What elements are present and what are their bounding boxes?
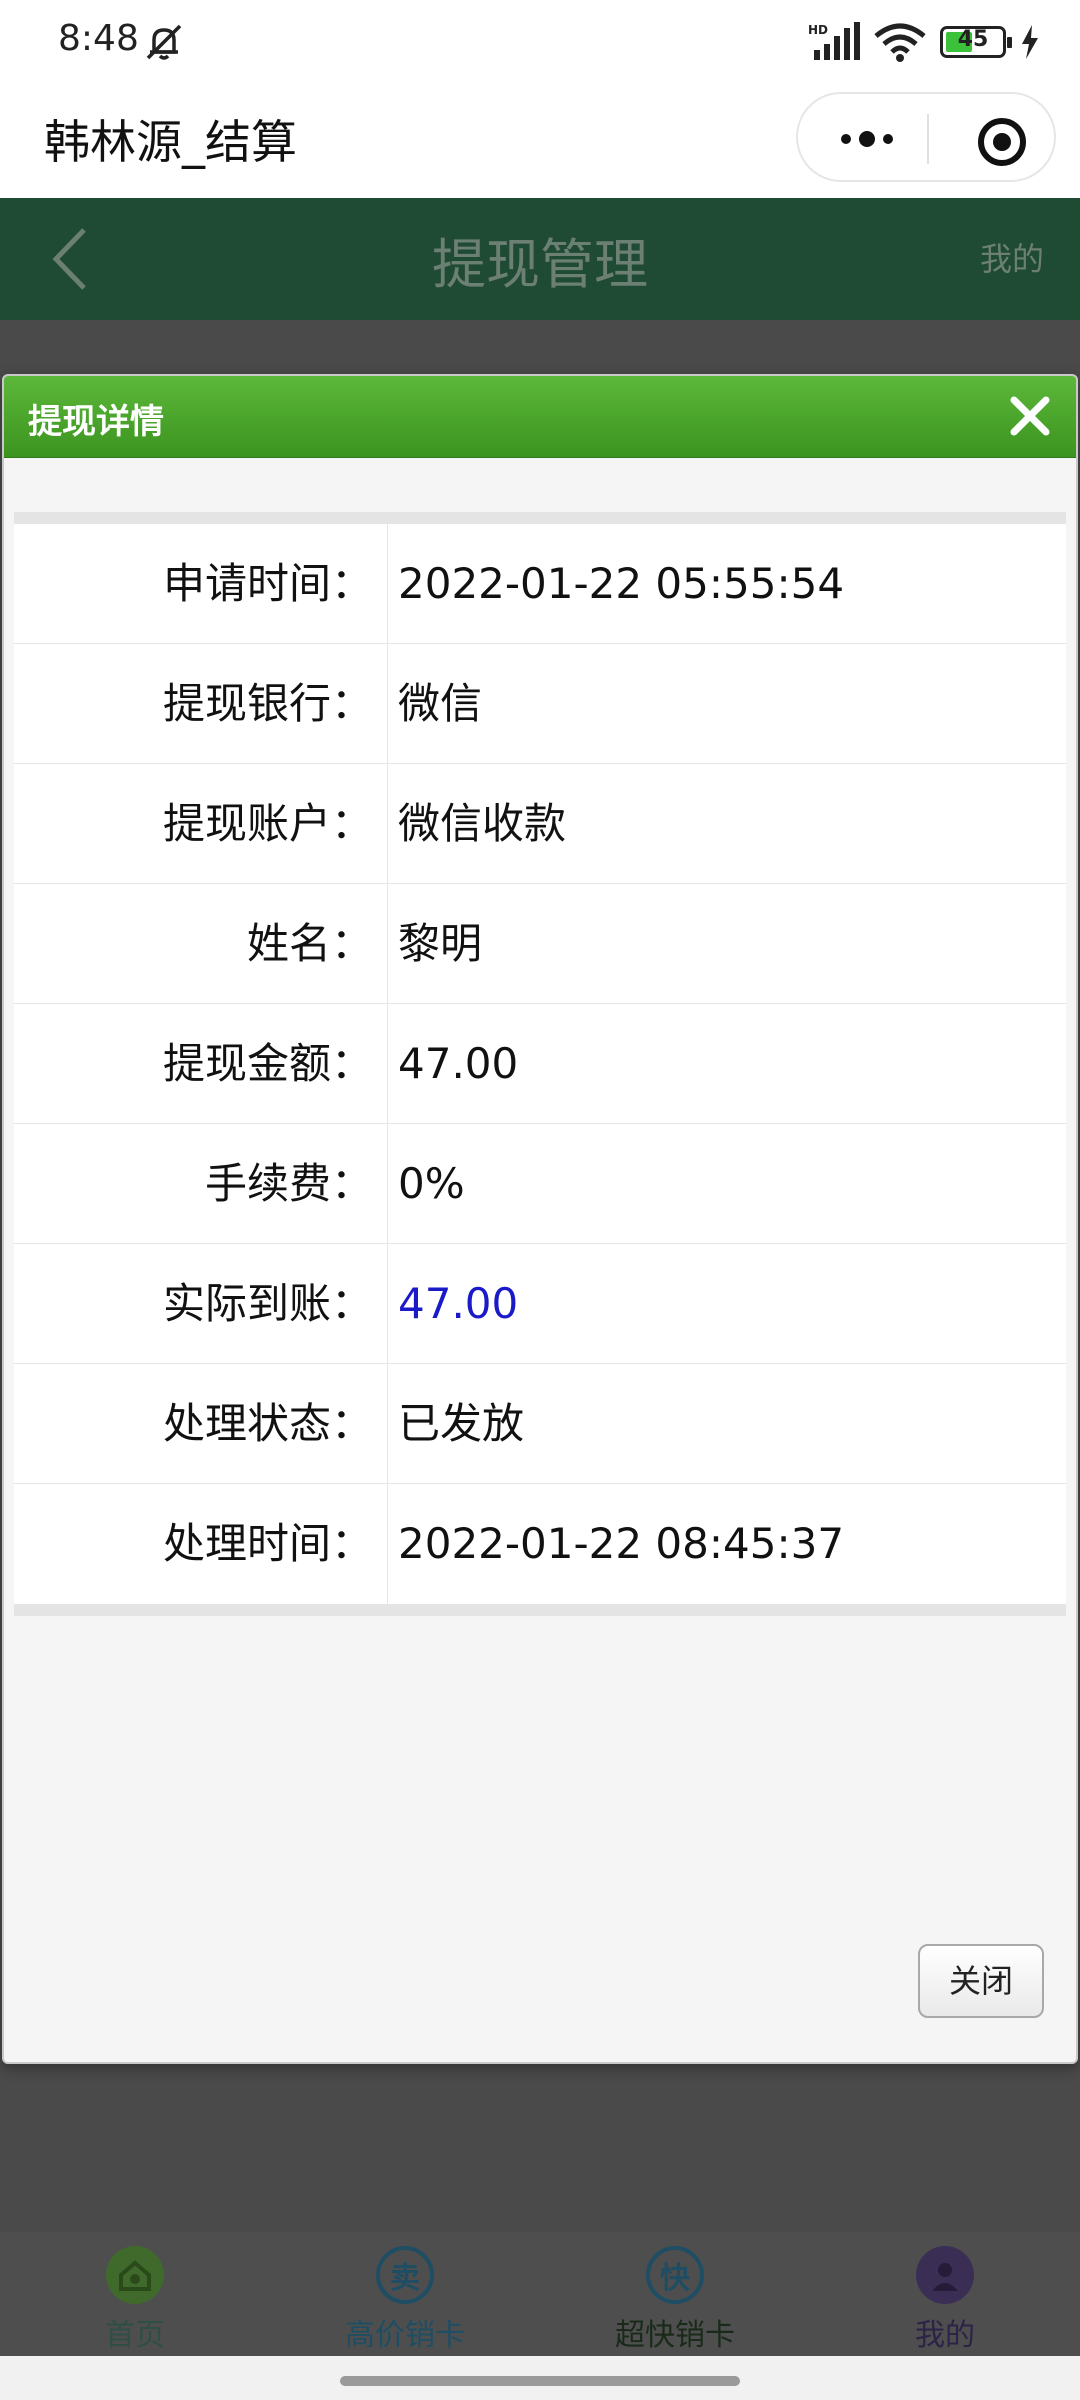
user-icon — [916, 2246, 974, 2304]
battery-icon: 45 — [940, 26, 1012, 58]
detail-label: 申请时间： — [14, 524, 388, 643]
tab-home-label: 首页 — [105, 2318, 165, 2353]
wifi-icon — [874, 23, 926, 62]
dialog-body: 申请时间： 2022-01-22 05:55:54 提现银行： 微信 提现账户：… — [4, 458, 1076, 1928]
hd-label: HD — [808, 23, 828, 37]
more-dots-icon[interactable] — [822, 114, 912, 164]
tab-high-price-sell-label: 高价销卡 — [345, 2318, 465, 2353]
detail-value: 黎明 — [398, 919, 483, 968]
header-mine-link[interactable]: 我的 — [980, 234, 1044, 280]
detail-row-name: 姓名： 黎明 — [14, 884, 1066, 1004]
fast-icon-glyph: 快 — [660, 2261, 690, 2296]
detail-value: 已发放 — [398, 1399, 525, 1448]
charging-bolt-icon — [1022, 25, 1038, 59]
detail-value: 微信 — [398, 679, 483, 728]
sell-icon: 卖 — [376, 2246, 434, 2304]
tab-fast-sell[interactable]: 快 超快销卡 — [540, 2232, 810, 2356]
tab-high-price-sell[interactable]: 卖 高价销卡 — [270, 2232, 540, 2356]
detail-value: 微信收款 — [398, 799, 567, 848]
mini-program-bar: 韩林源_结算 — [0, 84, 1080, 198]
detail-row-apply-time: 申请时间： 2022-01-22 05:55:54 — [14, 524, 1066, 644]
status-icons: HD 45 — [808, 20, 1040, 64]
detail-row-amount: 提现金额： 47.00 — [14, 1004, 1066, 1124]
capsule-menu — [796, 92, 1056, 182]
capsule-divider — [927, 114, 929, 164]
dialog-title: 提现详情 — [28, 402, 164, 442]
detail-value: 0% — [398, 1159, 465, 1208]
tab-mine[interactable]: 我的 — [810, 2232, 1080, 2356]
detail-row-bank: 提现银行： 微信 — [14, 644, 1066, 764]
detail-label: 提现账户： — [14, 764, 388, 883]
detail-value: 2022-01-22 05:55:54 — [398, 559, 845, 608]
page-header: 提现管理 我的 — [0, 198, 1080, 320]
detail-label: 处理状态： — [14, 1364, 388, 1483]
close-button[interactable]: 关闭 — [918, 1944, 1044, 2018]
bottom-tabbar: 首页 卖 高价销卡 快 超快销卡 我的 — [0, 2232, 1080, 2356]
detail-row-actual-received: 实际到账： 47.00 — [14, 1244, 1066, 1364]
tab-home[interactable]: 首页 — [0, 2232, 270, 2356]
home-indicator[interactable] — [340, 2376, 740, 2386]
dialog-header: 提现详情 — [4, 376, 1076, 458]
detail-value: 47.00 — [398, 1279, 519, 1328]
dialog-footer: 关闭 — [4, 1924, 1076, 2062]
bell-off-icon — [146, 24, 182, 60]
status-bar: 8:48 HD 45 — [0, 0, 1080, 84]
detail-label: 姓名： — [14, 884, 388, 1003]
detail-table: 申请时间： 2022-01-22 05:55:54 提现银行： 微信 提现账户：… — [14, 512, 1066, 1616]
hd-signal-icon: HD — [808, 22, 860, 60]
status-time: 8:48 — [58, 18, 139, 59]
detail-label: 手续费： — [14, 1124, 388, 1243]
mini-program-title: 韩林源_结算 — [44, 115, 297, 169]
tab-fast-sell-label: 超快销卡 — [615, 2318, 735, 2353]
detail-label: 提现金额： — [14, 1004, 388, 1123]
tab-mine-label: 我的 — [915, 2318, 975, 2353]
detail-row-process-time: 处理时间： 2022-01-22 08:45:37 — [14, 1484, 1066, 1604]
close-icon[interactable] — [1006, 392, 1054, 440]
detail-label: 处理时间： — [14, 1484, 388, 1604]
fast-icon: 快 — [646, 2246, 704, 2304]
detail-row-status: 处理状态： 已发放 — [14, 1364, 1066, 1484]
detail-value: 47.00 — [398, 1039, 519, 1088]
page-title: 提现管理 — [432, 233, 648, 296]
home-icon — [106, 2246, 164, 2304]
target-icon[interactable] — [974, 114, 1030, 170]
withdraw-detail-dialog: 提现详情 申请时间： 2022-01-22 05:55:54 提现银行： 微信 … — [2, 374, 1078, 2064]
sell-icon-glyph: 卖 — [390, 2261, 420, 2296]
battery-level: 45 — [957, 27, 989, 52]
gesture-bar — [0, 2356, 1080, 2400]
detail-row-fee: 手续费： 0% — [14, 1124, 1066, 1244]
detail-row-account: 提现账户： 微信收款 — [14, 764, 1066, 884]
detail-value: 2022-01-22 08:45:37 — [398, 1519, 845, 1568]
detail-label: 实际到账： — [14, 1244, 388, 1363]
detail-label: 提现银行： — [14, 644, 388, 763]
